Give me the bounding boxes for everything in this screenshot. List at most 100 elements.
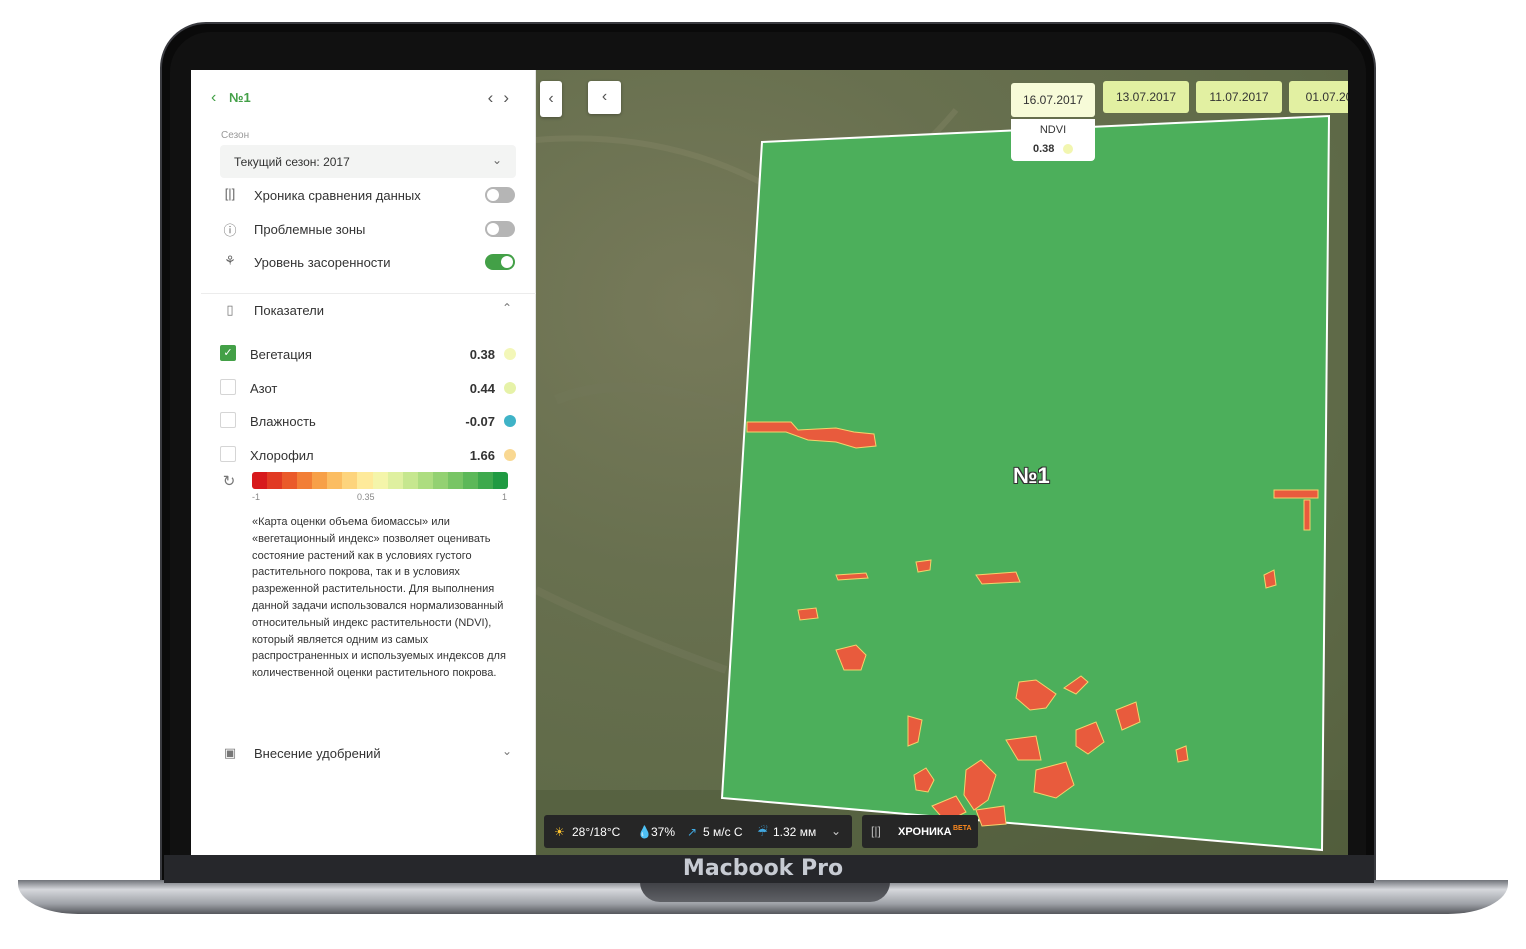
rain-icon: ☔	[757, 825, 768, 839]
scale-segment	[493, 472, 508, 489]
scale-segment	[417, 472, 433, 489]
sidebar-header: ‹ №1 ‹›	[211, 88, 519, 110]
toggle-label: Проблемные зоны	[254, 222, 366, 237]
weed-icon: ⚘	[224, 253, 236, 268]
device-label: Macbook Pro	[682, 856, 844, 881]
ndvi-popup-index: NDVI	[1039, 124, 1067, 136]
indicator-row-nitrogen[interactable]: Азот 0.44	[220, 377, 516, 397]
weather-humidity: 37%	[651, 825, 676, 839]
map-view[interactable]: ‹ ‹ 16.07.2017 13.07.2017 11.07.2017 01.…	[536, 70, 1348, 855]
toggle-label: Уровень засоренности	[254, 255, 391, 270]
compare-icon: [|]	[871, 824, 881, 838]
field-title: №1	[229, 90, 251, 105]
scale-segment	[357, 472, 373, 489]
chevron-left-icon: ‹	[601, 88, 608, 105]
scale-segment	[342, 472, 358, 489]
scale-mid: 0.35	[357, 492, 375, 502]
laptop-notch	[640, 880, 890, 902]
indicator-value: 0.38	[469, 347, 495, 362]
index-description: «Карта оценки объема биомассы» или «веге…	[252, 516, 506, 680]
season-label: Сезон	[221, 130, 250, 141]
scale-segment	[312, 472, 328, 489]
indicators-section-header[interactable]: ▯ Показатели ⌃	[220, 299, 516, 321]
field-label[interactable]: №1	[1013, 463, 1050, 489]
section-label: Показатели	[254, 303, 324, 318]
color-scale-bar	[252, 472, 508, 489]
back-button[interactable]: ‹	[588, 81, 621, 114]
chronicle-label: ХРОНИКА	[898, 826, 952, 838]
scale-segment	[462, 472, 478, 489]
indicator-label: Азот	[250, 381, 278, 396]
scale-segment	[432, 472, 448, 489]
indicator-label: Влажность	[250, 414, 316, 429]
map-layer	[536, 108, 1348, 855]
sun-icon: ☀	[554, 825, 565, 839]
weather-precip: 1.32 мм	[773, 825, 817, 839]
warning-icon: ⓘ	[223, 223, 237, 238]
compare-icon: [|]	[224, 186, 236, 201]
indicator-checkbox[interactable]: ✓	[220, 345, 236, 361]
fertilizer-section-header[interactable]: ▣ Внесение удобрений ⌄	[220, 742, 516, 764]
indicators-icon: ▯	[226, 302, 234, 317]
indicator-row-chlorophyll[interactable]: Хлорофил 1.66	[220, 444, 516, 464]
divider	[201, 293, 536, 294]
fertilizer-icon: ▣	[223, 745, 237, 760]
wind-arrow-icon: ↗	[687, 825, 698, 839]
indicator-checkbox[interactable]	[220, 446, 236, 462]
scale-segment	[327, 472, 343, 489]
scale-segment	[402, 472, 418, 489]
date-tab-active[interactable]: 16.07.2017	[1011, 83, 1095, 117]
beta-badge: BETA	[953, 825, 972, 832]
section-label: Внесение удобрений	[254, 746, 381, 761]
next-field-icon[interactable]: ›	[503, 88, 519, 107]
chronicle-button[interactable]: [|] ХРОНИКА BETA	[862, 815, 978, 848]
indicator-row-vegetation[interactable]: ✓ Вегетация 0.38	[220, 343, 516, 363]
weather-wind: 5 м/с С	[703, 825, 743, 839]
scale-segment	[477, 472, 493, 489]
toggle-problem-zones-switch[interactable]	[485, 221, 515, 237]
indicator-value: -0.07	[465, 414, 495, 429]
indicator-label: Вегетация	[250, 347, 312, 362]
indicator-color-dot	[504, 348, 516, 360]
date-tab[interactable]: 11.07.2017	[1196, 81, 1282, 113]
chevron-down-icon: ⌄	[501, 744, 512, 758]
indicator-row-moisture[interactable]: Влажность -0.07	[220, 410, 516, 430]
toggle-weeds-switch[interactable]	[485, 254, 515, 270]
ndvi-popup: NDVI 0.38	[1011, 119, 1095, 161]
indicator-color-dot	[504, 382, 516, 394]
chevron-down-icon: ⌄	[491, 153, 502, 167]
collapse-sidebar-button[interactable]: ‹	[540, 81, 562, 117]
scale-min: -1	[252, 492, 261, 502]
chevron-up-icon: ⌃	[501, 301, 512, 315]
prev-field-icon[interactable]: ‹	[488, 88, 504, 107]
scale-segment	[252, 472, 268, 489]
scale-segment	[372, 472, 388, 489]
ndvi-popup-value: 0.38	[1033, 143, 1055, 155]
toggle-compare-switch[interactable]	[485, 187, 515, 203]
ndvi-popup-dot	[1063, 144, 1073, 154]
indicator-color-dot	[504, 415, 516, 427]
indicator-color-dot	[504, 449, 516, 461]
indicator-checkbox[interactable]	[220, 412, 236, 428]
chevron-left-icon: ‹	[548, 90, 554, 107]
indicator-value: 1.66	[469, 448, 495, 463]
back-arrow-icon[interactable]: ‹	[211, 89, 216, 107]
app-screen: ‹ №1 ‹› Сезон Текущий сезон: 2017 ⌄ [|] …	[191, 70, 1348, 855]
weather-bar[interactable]: ☀ 28°/18°C 💧 37% ↗ 5 м/с С ☔ 1.32 мм ⌄	[544, 815, 852, 848]
indicator-checkbox[interactable]	[220, 379, 236, 395]
season-value: Текущий сезон: 2017	[234, 155, 350, 169]
ndvi-scale: ↻ -1 0.35 1	[220, 470, 516, 510]
weather-temp: 28°/18°C	[572, 825, 621, 839]
date-tab[interactable]: 01.07.20	[1289, 81, 1348, 113]
season-select[interactable]: Текущий сезон: 2017 ⌄	[220, 145, 516, 178]
toggle-row-problem-zones: ⓘ Проблемные зоны	[220, 218, 516, 242]
scale-max: 1	[502, 492, 508, 502]
sidebar: ‹ №1 ‹› Сезон Текущий сезон: 2017 ⌄ [|] …	[191, 70, 536, 855]
field-nav-arrows: ‹›	[488, 88, 519, 108]
toggle-label: Хроника сравнения данных	[254, 188, 421, 203]
scale-segment	[447, 472, 463, 489]
date-tab[interactable]: 13.07.2017	[1103, 81, 1189, 113]
indicator-value: 0.44	[469, 381, 495, 396]
chevron-down-icon[interactable]: ⌄	[831, 824, 841, 838]
refresh-icon[interactable]: ↻	[220, 472, 238, 490]
